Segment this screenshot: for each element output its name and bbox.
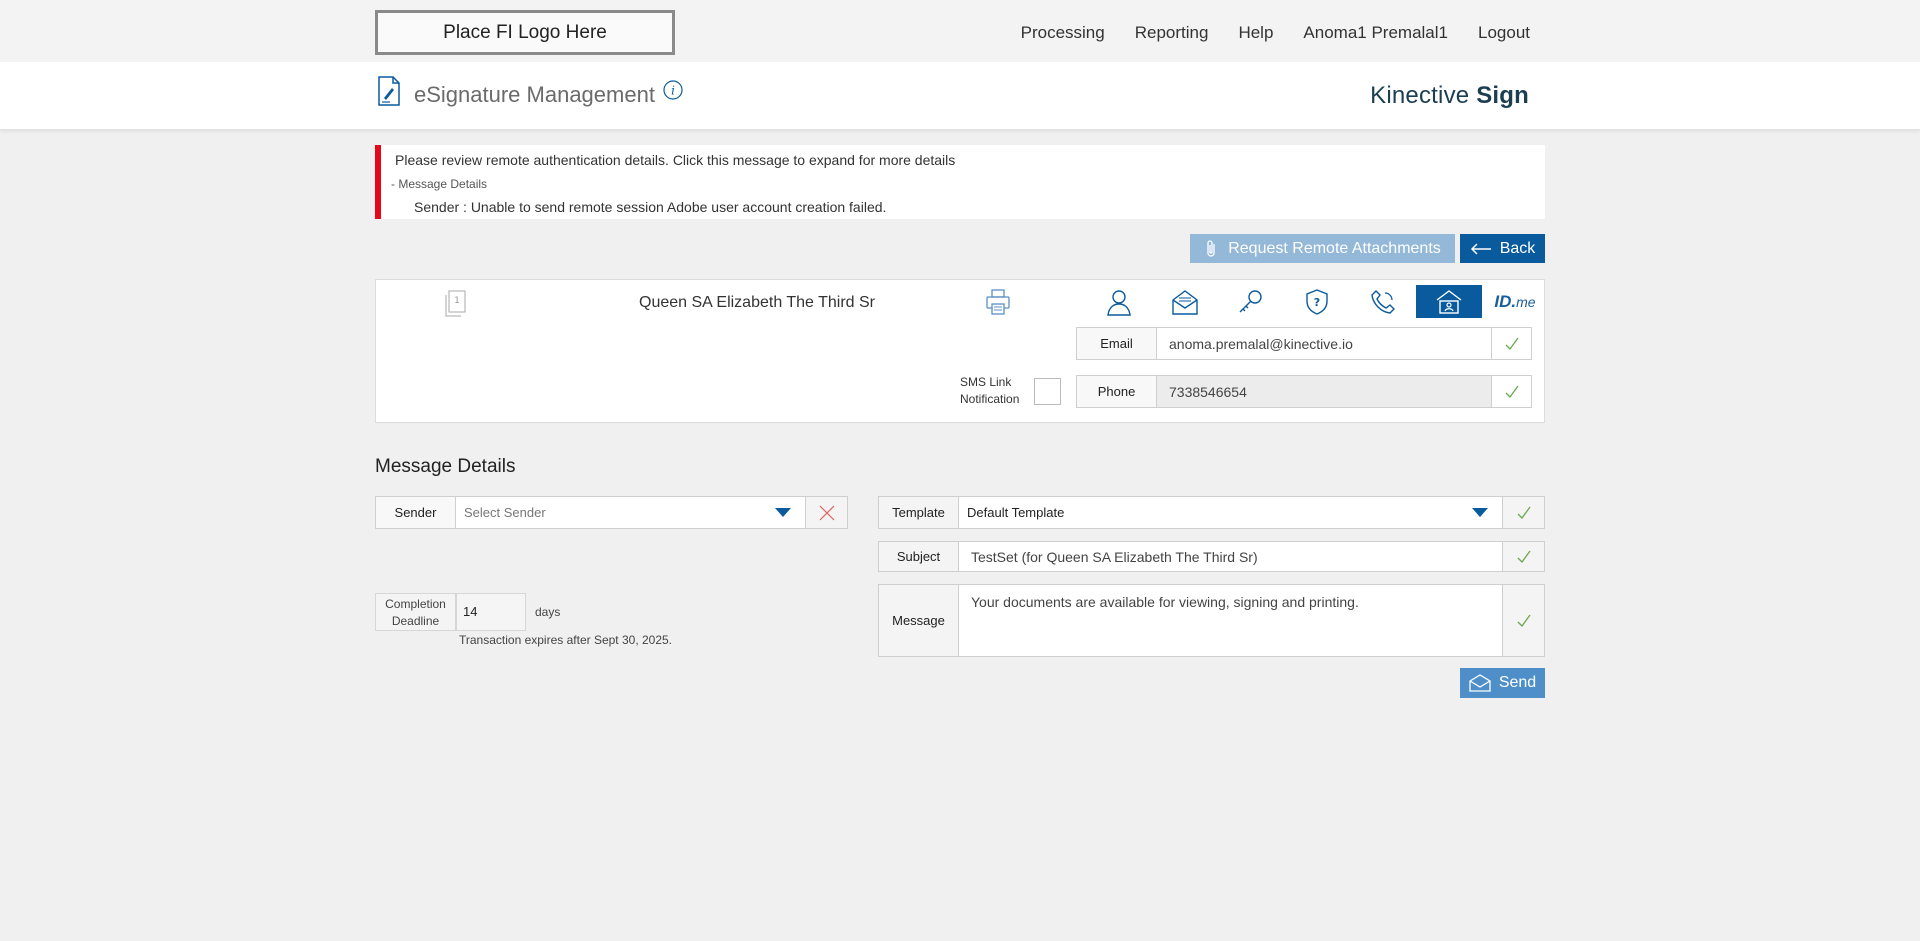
brand-logo: Kinective Sign: [1370, 82, 1529, 110]
subject-label: Subject: [879, 542, 959, 571]
alert-details-toggle[interactable]: - Message Details: [391, 177, 487, 191]
page-header: eSignature Management i Kinective Sign: [0, 62, 1920, 130]
days-label: days: [535, 605, 561, 619]
brand-text-light: Kinective: [1370, 82, 1477, 109]
template-select[interactable]: Default Template: [959, 497, 1502, 528]
check-icon: [1517, 506, 1531, 519]
phone-field: Phone 7338546654: [1076, 375, 1532, 408]
sms-link-notification-label: SMS Link Notification: [960, 374, 1019, 408]
back-label: Back: [1499, 239, 1536, 257]
completion-deadline-label: Completion Deadline: [375, 593, 456, 631]
back-button[interactable]: Back: [1460, 234, 1545, 263]
phone-label: Phone: [1077, 376, 1157, 407]
idme-logo-icon: ID.me: [1494, 292, 1535, 312]
email-input[interactable]: anoma.premalal@kinective.io: [1157, 328, 1491, 359]
close-icon: [819, 505, 834, 520]
nav-reporting[interactable]: Reporting: [1135, 23, 1209, 43]
message-field: Message Your documents are available for…: [878, 584, 1545, 657]
printer-icon[interactable]: [984, 288, 1012, 316]
deadline-label-line2: Deadline: [391, 614, 440, 628]
deadline-label-line1: Completion: [385, 597, 446, 611]
shield-question-icon: ?: [1306, 288, 1328, 315]
auth-email[interactable]: [1152, 285, 1218, 318]
key-icon: [1239, 289, 1262, 312]
sms-link-checkbox[interactable]: [1034, 378, 1061, 405]
info-icon[interactable]: i: [663, 80, 683, 100]
auth-phone[interactable]: [1350, 285, 1416, 318]
phone-confirm[interactable]: [1491, 376, 1531, 407]
template-confirm[interactable]: [1502, 497, 1544, 528]
check-icon: [1505, 385, 1519, 398]
message-textarea[interactable]: Your documents are available for viewing…: [959, 585, 1502, 656]
idme-light: me: [1516, 293, 1536, 310]
page-title: eSignature Management: [414, 82, 655, 107]
phone-icon: [1371, 289, 1395, 314]
alert-detail-text: Sender : Unable to send remote session A…: [414, 199, 887, 215]
sms-label-line2: Notification: [960, 392, 1020, 406]
send-label: Send: [1498, 674, 1537, 691]
open-envelope-icon: [1172, 289, 1198, 315]
completion-deadline-input[interactable]: 14: [456, 593, 526, 631]
nav-processing[interactable]: Processing: [1021, 23, 1105, 43]
subject-confirm[interactable]: [1502, 542, 1544, 571]
idme-bold: ID.: [1494, 291, 1517, 311]
auth-security-question[interactable]: ?: [1284, 285, 1350, 318]
request-remote-attachments-button[interactable]: Request Remote Attachments: [1190, 234, 1455, 263]
auth-kba[interactable]: [1416, 285, 1482, 318]
brand-text-bold: Sign: [1476, 82, 1529, 109]
chevron-down-icon: [1472, 508, 1488, 517]
sender-placeholder: Select Sender: [464, 505, 546, 520]
top-nav: Processing Reporting Help Anoma1 Premala…: [1021, 0, 1530, 66]
message-label: Message: [879, 585, 959, 656]
check-icon: [1517, 614, 1531, 627]
sms-label-line1: SMS Link: [960, 375, 1012, 389]
fi-logo-placeholder[interactable]: Place FI Logo Here: [375, 10, 675, 55]
page-number: 1: [454, 296, 460, 306]
message-confirm[interactable]: [1502, 585, 1544, 656]
document-sign-icon: [378, 76, 400, 106]
subject-input[interactable]: TestSet (for Queen SA Elizabeth The Thir…: [959, 542, 1502, 571]
auth-key[interactable]: [1218, 285, 1284, 318]
sender-clear[interactable]: [805, 497, 847, 528]
sender-label: Sender: [376, 497, 456, 528]
alert-banner[interactable]: Please review remote authentication deta…: [375, 145, 1545, 219]
email-label: Email: [1077, 328, 1157, 359]
check-icon: [1505, 337, 1519, 350]
auth-idme[interactable]: ID.me: [1482, 285, 1548, 318]
template-value: Default Template: [967, 505, 1065, 520]
message-details-title: Message Details: [375, 456, 516, 477]
svg-text:?: ?: [1314, 296, 1320, 309]
envelope-icon: [1469, 674, 1491, 692]
paperclip-icon: [1207, 239, 1215, 257]
nav-logout[interactable]: Logout: [1478, 23, 1530, 43]
email-field: Email anoma.premalal@kinective.io: [1076, 327, 1532, 360]
subject-field: Subject TestSet (for Queen SA Elizabeth …: [878, 541, 1545, 572]
sender-select[interactable]: Select Sender: [456, 497, 805, 528]
template-field: Template Default Template: [878, 496, 1545, 529]
signer-panel: 1 Queen SA Elizabeth The Third Sr ? ID.m…: [375, 279, 1545, 423]
auth-method-icons: ? ID.me: [1086, 285, 1548, 318]
top-bar: Place FI Logo Here Processing Reporting …: [0, 0, 1920, 62]
check-icon: [1517, 550, 1531, 563]
svg-text:i: i: [671, 84, 675, 98]
phone-input[interactable]: 7338546654: [1157, 376, 1491, 407]
nav-help[interactable]: Help: [1238, 23, 1273, 43]
signer-name: Queen SA Elizabeth The Third Sr: [639, 294, 875, 311]
send-button[interactable]: Send: [1460, 668, 1545, 698]
template-label: Template: [879, 497, 959, 528]
email-confirm[interactable]: [1491, 328, 1531, 359]
attach-label: Request Remote Attachments: [1228, 239, 1441, 257]
alert-title[interactable]: Please review remote authentication deta…: [395, 152, 955, 168]
nav-user[interactable]: Anoma1 Premalal1: [1303, 23, 1448, 43]
arrow-left-icon: [1470, 242, 1491, 255]
sender-field: Sender Select Sender: [375, 496, 848, 529]
document-pages-icon[interactable]: 1: [443, 290, 467, 318]
auth-person[interactable]: [1086, 285, 1152, 318]
expiration-note: Transaction expires after Sept 30, 2025.: [459, 633, 673, 647]
chevron-down-icon: [775, 508, 791, 517]
person-icon: [1107, 289, 1131, 316]
house-id-icon: [1436, 289, 1462, 314]
